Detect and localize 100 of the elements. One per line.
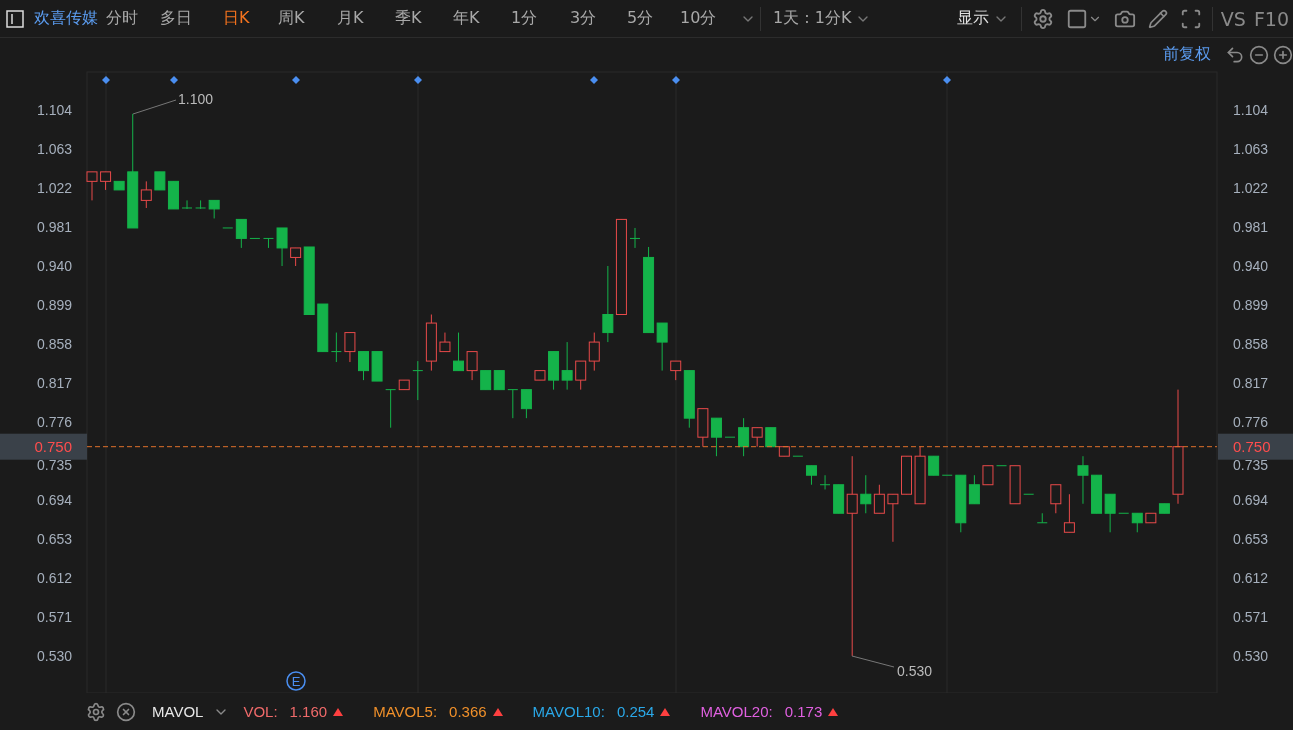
candlestick (629, 227, 641, 249)
candlestick (588, 332, 600, 372)
candlestick (262, 237, 274, 249)
candlestick (290, 247, 302, 267)
zoom-out-icon[interactable] (1249, 44, 1269, 65)
display-dropdown[interactable]: 显示 (948, 8, 1017, 29)
indicator-label: MAVOL5: (373, 703, 438, 720)
diamond-marker-icon[interactable] (943, 76, 951, 84)
price-axis-label: 0.776 (1233, 413, 1269, 430)
vs-button[interactable]: VS (1216, 7, 1250, 30)
candlestick (330, 332, 342, 363)
diamond-marker-icon[interactable] (414, 76, 422, 84)
current-price-label: 0.750 (1233, 437, 1271, 455)
candlestick (276, 227, 288, 267)
period-tab[interactable]: 月K (337, 8, 395, 29)
candlestick (439, 332, 451, 353)
price-axis-label: 0.530 (36, 647, 72, 664)
period-tab[interactable]: 3分 (570, 8, 627, 29)
price-axis-label: 0.981 (36, 219, 72, 235)
candlestick (181, 199, 193, 210)
price-axis-label: 0.571 (1233, 608, 1269, 625)
diamond-marker-icon[interactable] (590, 76, 598, 84)
candlestick (982, 465, 994, 486)
diamond-marker-icon[interactable] (292, 76, 300, 84)
current-price-label: 0.750 (34, 437, 72, 455)
price-axis-label: 0.694 (1233, 491, 1269, 508)
candlestick (140, 180, 152, 209)
period-tab[interactable]: 年K (453, 8, 511, 29)
candlestick (819, 474, 831, 490)
candlestick (466, 351, 478, 381)
leader-line (132, 99, 177, 115)
candlestick (412, 360, 424, 401)
diamond-marker-icon[interactable] (672, 76, 680, 84)
zoom-in-icon[interactable] (1273, 44, 1293, 65)
period-tab[interactable]: 分时 (106, 8, 160, 29)
candlestick (860, 474, 872, 514)
settings-icon[interactable] (86, 701, 106, 722)
period-tab[interactable]: 周K (278, 8, 337, 29)
period-tab[interactable]: 1分 (511, 8, 570, 29)
price-axis-label: 0.899 (36, 297, 72, 313)
candlestick (928, 455, 940, 476)
up-triangle-icon (828, 707, 839, 716)
price-axis-label: 1.104 (1233, 102, 1269, 119)
up-triangle-icon (492, 707, 503, 716)
candlestick (1063, 493, 1075, 533)
candlestick (1131, 512, 1143, 533)
indicator-value: 0.254 (616, 703, 655, 720)
candlestick (575, 360, 587, 391)
candlestick (1036, 512, 1048, 524)
up-triangle-icon (333, 707, 344, 716)
event-marker[interactable]: E (286, 671, 306, 691)
price-axis-label: 0.735 (1233, 456, 1269, 473)
diamond-marker-icon[interactable] (170, 76, 178, 84)
candlestick (1077, 455, 1089, 505)
candlestick (86, 171, 98, 201)
panel-toggle-icon[interactable] (6, 9, 24, 28)
diamond-marker-icon[interactable] (102, 76, 110, 84)
candlestick (100, 171, 112, 191)
period-tab[interactable]: 季K (395, 8, 453, 29)
high-price-label: 1.100 (178, 91, 214, 107)
up-triangle-icon (660, 707, 671, 716)
period-tab[interactable]: 日K (223, 8, 278, 29)
price-axis-label: 0.735 (36, 456, 72, 473)
candlestick (507, 389, 519, 419)
adjust-button[interactable]: 前复权 (1163, 44, 1221, 65)
close-icon[interactable] (116, 701, 136, 722)
price-axis-label: 0.817 (36, 375, 72, 391)
candlestick (1050, 484, 1062, 514)
stock-name: 欢喜传媒 (34, 8, 98, 29)
indicator-name[interactable]: MAVOL (146, 703, 204, 720)
price-axis-label: 0.981 (1233, 219, 1269, 235)
price-axis-label: 0.653 (1233, 530, 1269, 547)
indicator-value: 1.160 (289, 703, 328, 720)
candlestick (873, 484, 885, 514)
price-axis-label: 1.104 (36, 102, 72, 119)
indicator-value: 0.173 (784, 703, 823, 720)
candlestick (344, 332, 356, 363)
candlestick (453, 332, 465, 372)
indicator-value: 0.366 (449, 703, 487, 720)
candlestick (358, 351, 369, 381)
candlestick (670, 360, 682, 381)
period-tab[interactable]: 多日 (160, 8, 223, 29)
price-axis-label: 0.776 (36, 413, 72, 430)
price-axis-label: 0.612 (1233, 569, 1269, 586)
price-axis-label: 0.899 (1233, 297, 1269, 313)
period-tab[interactable]: 10分 (680, 8, 740, 29)
price-axis-label: 0.940 (36, 258, 72, 274)
candlestick (493, 370, 505, 391)
period-tab[interactable]: 5分 (627, 8, 680, 29)
candlestick (656, 322, 668, 372)
price-axis-label: 0.612 (36, 569, 72, 586)
undo-icon[interactable] (1225, 44, 1245, 65)
indicator-label: MAVOL20: (700, 703, 773, 720)
price-axis-label: 0.653 (36, 530, 72, 547)
price-axis-label: 1.063 (36, 141, 72, 158)
interval-dropdown[interactable]: 1天 : 1分K (765, 8, 880, 29)
f10-button[interactable]: F10 (1249, 7, 1293, 30)
price-axis-label: 1.022 (1233, 180, 1269, 196)
price-axis-label: 0.858 (36, 336, 72, 352)
candlestick (154, 171, 166, 191)
